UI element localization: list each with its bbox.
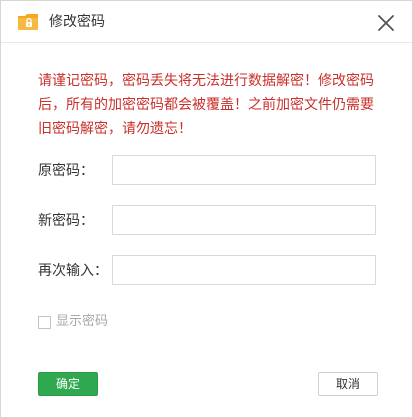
show-password-checkbox[interactable] <box>38 315 51 329</box>
titlebar: 修改密码 <box>1 1 412 43</box>
show-password-toggle[interactable]: 显示密码 <box>38 313 108 331</box>
close-icon[interactable] <box>375 12 397 34</box>
warning-message: 请谨记密码，密码丢失将无法进行数据解密！修改密码后，所有的加密密码都会被覆盖！之… <box>38 73 374 137</box>
confirm-password-input[interactable] <box>112 255 376 285</box>
change-password-dialog: 修改密码 请谨记密码，密码丢失将无法进行数据解密！修改密码后，所有的加密密码都会… <box>0 0 413 418</box>
folder-lock-icon <box>17 11 39 33</box>
show-password-label: 显示密码 <box>56 314 109 329</box>
new-password-input[interactable] <box>112 205 376 235</box>
new-password-label: 新密码： <box>38 213 94 229</box>
original-password-label: 原密码： <box>38 163 94 179</box>
cancel-button[interactable]: 取消 <box>318 372 378 396</box>
dialog-title: 修改密码 <box>49 14 105 30</box>
ok-button[interactable]: 确定 <box>38 372 98 396</box>
confirm-password-label: 再次输入： <box>38 263 108 279</box>
original-password-input[interactable] <box>112 155 376 185</box>
